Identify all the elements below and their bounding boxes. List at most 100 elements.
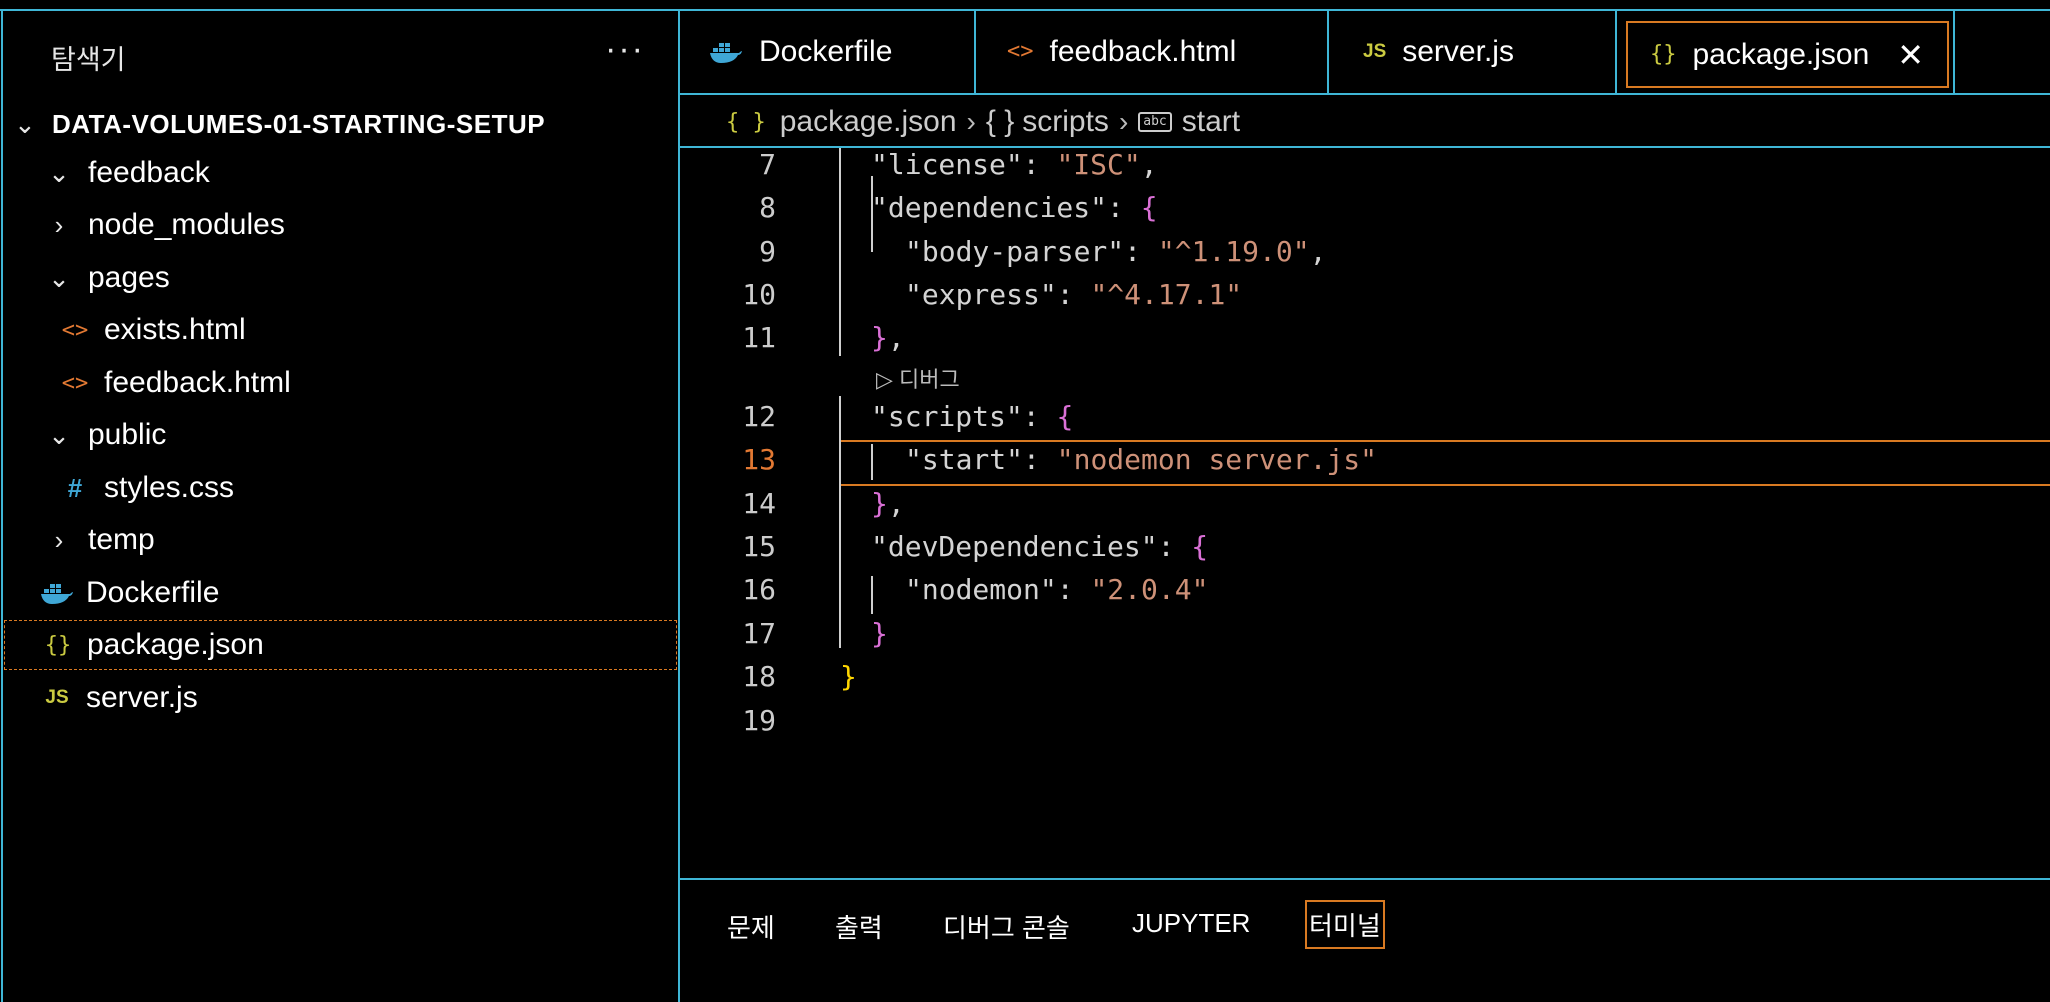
chevron-down-icon: ⌄ xyxy=(14,108,36,139)
explorer-sidebar: 탐색기 ··· ⌄ DATA-VOLUMES-01-STARTING-SETUP… xyxy=(0,0,679,1002)
html-file-icon: <> xyxy=(1007,39,1034,64)
docker-icon xyxy=(709,40,743,64)
html-file-icon: <> xyxy=(61,317,89,343)
workspace-root-label: DATA-VOLUMES-01-STARTING-SETUP xyxy=(52,108,546,139)
tab-label: feedback.html xyxy=(1049,34,1237,68)
tree-folder-node-modules[interactable]: › node_modules xyxy=(4,200,677,250)
chevron-down-icon: ⌄ xyxy=(48,157,70,188)
tab-server-js[interactable]: JS server.js xyxy=(1363,10,1643,93)
chevron-right-icon: › xyxy=(966,106,976,137)
workspace-root-folder[interactable]: ⌄ DATA-VOLUMES-01-STARTING-SETUP xyxy=(14,104,664,144)
javascript-file-icon: JS xyxy=(1363,40,1387,62)
code-line-17: } xyxy=(871,617,888,650)
chevron-right-icon: › xyxy=(54,209,64,240)
line-number: 12 xyxy=(742,400,776,433)
html-file-icon: <> xyxy=(61,370,89,396)
panel-tab-debug-console[interactable]: 디버그 콘솔 xyxy=(943,908,1070,945)
indent-guide xyxy=(871,444,873,480)
tab-label: Dockerfile xyxy=(759,34,893,68)
string-symbol-icon: abc xyxy=(1138,112,1172,132)
tree-item-label: pages xyxy=(88,261,170,294)
tree-item-label: public xyxy=(88,418,167,451)
line-number: 17 xyxy=(742,617,776,650)
code-line-15: "devDependencies": { xyxy=(871,530,1209,563)
chevron-down-icon: ⌄ xyxy=(48,419,70,450)
tree-file-server-js[interactable]: JS server.js xyxy=(4,673,677,723)
tree-file-exists-html[interactable]: <> exists.html xyxy=(4,305,677,355)
panel-tab-output[interactable]: 출력 xyxy=(835,908,883,945)
line-number: 19 xyxy=(742,704,776,737)
code-line-11: }, xyxy=(871,321,905,354)
tab-feedback-html[interactable]: <> feedback.html xyxy=(1007,10,1327,93)
tree-file-feedback-html[interactable]: <> feedback.html xyxy=(4,358,677,408)
code-line-13: "start": "nodemon server.js" xyxy=(905,443,1378,476)
breadcrumb-section[interactable]: scripts xyxy=(1022,105,1109,139)
breadcrumb-file[interactable]: package.json xyxy=(780,105,957,139)
tree-item-label: feedback xyxy=(88,156,210,189)
code-line-8: "dependencies": { xyxy=(871,191,1158,224)
tree-item-label: package.json xyxy=(87,628,264,661)
code-editor[interactable]: 7 8 9 10 11 12 13 14 15 16 17 18 19 "lic… xyxy=(681,148,2050,878)
javascript-file-icon: JS xyxy=(45,687,69,708)
bottom-panel: 문제 출력 디버그 콘솔 JUPYTER 터미널 xyxy=(681,880,2050,1002)
line-number: 15 xyxy=(742,530,776,563)
indent-guide xyxy=(871,576,873,614)
breadcrumb-key[interactable]: start xyxy=(1182,105,1240,139)
code-line-18: } xyxy=(840,660,857,693)
panel-tab-problems[interactable]: 문제 xyxy=(727,908,775,945)
editor-tab-bar: Dockerfile <> feedback.html JS server.js… xyxy=(681,10,2050,93)
tab-divider xyxy=(1615,10,1617,93)
close-icon[interactable]: ✕ xyxy=(1897,36,1924,74)
json-file-icon: {} xyxy=(44,632,72,658)
chevron-down-icon: ⌄ xyxy=(48,262,70,293)
tree-file-dockerfile[interactable]: Dockerfile xyxy=(4,568,677,618)
code-line-9: "body-parser": "^1.19.0", xyxy=(905,235,1327,268)
tab-package-json[interactable]: {} package.json ✕ xyxy=(1626,21,1949,88)
code-line-16: "nodemon": "2.0.4" xyxy=(905,573,1209,606)
tree-folder-feedback[interactable]: ⌄ feedback xyxy=(4,148,677,198)
panel-tab-jupyter[interactable]: JUPYTER xyxy=(1132,908,1250,939)
line-number: 7 xyxy=(759,148,776,181)
indent-guide xyxy=(839,148,841,356)
tree-item-label: node_modules xyxy=(88,208,285,241)
indent-guide xyxy=(839,396,841,648)
object-icon: { } xyxy=(985,105,1015,138)
more-actions-button[interactable]: ··· xyxy=(605,30,645,69)
tree-folder-temp[interactable]: › temp xyxy=(4,515,677,565)
tab-divider xyxy=(974,10,976,93)
panel-tab-terminal[interactable]: 터미널 xyxy=(1305,900,1385,949)
tree-item-label: feedback.html xyxy=(104,366,291,399)
tree-folder-pages[interactable]: ⌄ pages xyxy=(4,253,677,303)
line-number: 16 xyxy=(742,573,776,606)
tab-dockerfile[interactable]: Dockerfile xyxy=(709,10,1001,93)
css-file-icon: # xyxy=(67,472,83,503)
line-number: 8 xyxy=(759,191,776,224)
tree-item-label: Dockerfile xyxy=(86,576,220,609)
tree-item-label: exists.html xyxy=(104,313,246,346)
line-number: 18 xyxy=(742,660,776,693)
code-line-7: "license": "ISC", xyxy=(871,148,1158,181)
code-line-14: }, xyxy=(871,487,905,520)
breadcrumb: { } package.json › { } scripts › abc sta… xyxy=(726,100,1240,144)
tabs-bottom-border xyxy=(680,93,2050,95)
code-line-12: "scripts": { xyxy=(871,400,1074,433)
tab-label: package.json xyxy=(1692,37,1870,71)
tree-file-styles-css[interactable]: # styles.css xyxy=(4,463,677,513)
tree-folder-public[interactable]: ⌄ public xyxy=(4,410,677,460)
tree-item-label: styles.css xyxy=(104,471,235,504)
tree-item-label: server.js xyxy=(86,681,198,714)
tab-label: server.js xyxy=(1402,34,1514,68)
chevron-right-icon: › xyxy=(1118,106,1129,137)
explorer-title: 탐색기 xyxy=(51,45,126,75)
play-icon: ▷ xyxy=(876,367,893,392)
line-number: 14 xyxy=(742,487,776,520)
json-file-icon: {} xyxy=(1650,42,1677,67)
code-line-10: "express": "^4.17.1" xyxy=(905,278,1243,311)
debug-codelens[interactable]: ▷ 디버그 xyxy=(876,362,960,394)
line-number: 9 xyxy=(759,235,776,268)
tree-file-package-json[interactable]: {} package.json xyxy=(4,620,677,670)
line-number: 11 xyxy=(742,321,776,354)
tab-divider xyxy=(1327,10,1329,93)
chevron-right-icon: › xyxy=(54,524,64,555)
json-file-icon: { } xyxy=(726,109,766,135)
